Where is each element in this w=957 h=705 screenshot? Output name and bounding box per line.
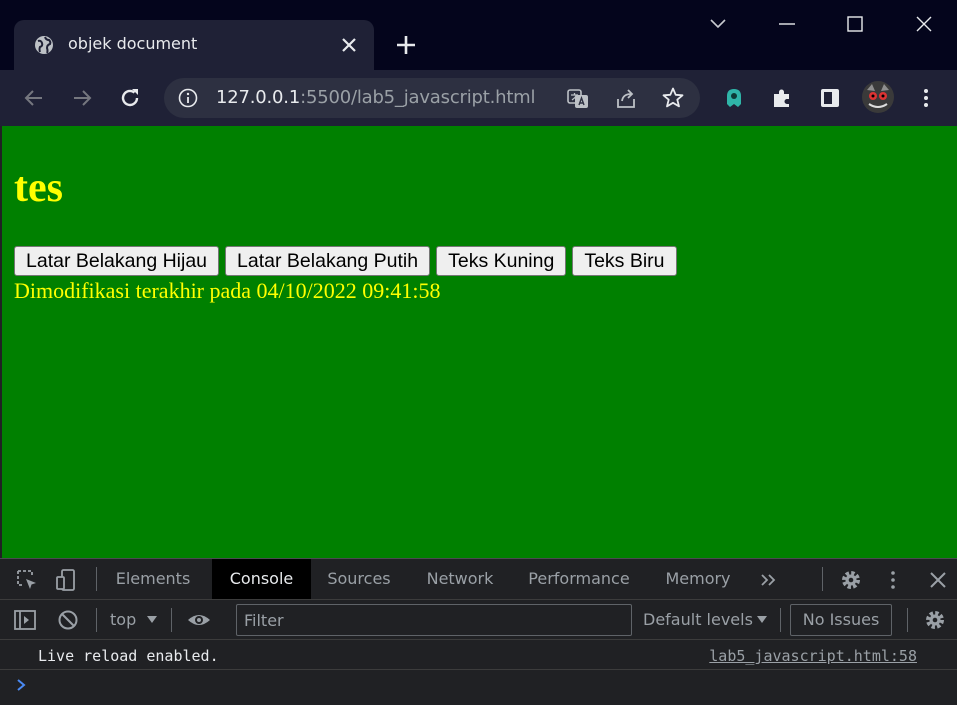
- back-arrow-icon[interactable]: [22, 86, 46, 110]
- share-icon[interactable]: [614, 87, 638, 111]
- tab-search-chevron-icon[interactable]: [706, 12, 730, 36]
- settings-gear-icon[interactable]: [839, 568, 863, 592]
- toolbar-divider: [907, 608, 908, 632]
- green-background-button[interactable]: Latar Belakang Hijau: [14, 246, 220, 276]
- devtools-panel: Elements Console Sources Network Perform…: [0, 558, 957, 705]
- levels-dropdown-icon[interactable]: [756, 613, 768, 625]
- console-prompt-chevron-icon[interactable]: [14, 678, 28, 692]
- side-panel-icon[interactable]: [818, 86, 842, 110]
- minimize-icon[interactable]: [775, 12, 799, 36]
- reload-icon[interactable]: [118, 86, 142, 110]
- tab-memory[interactable]: Memory: [654, 559, 742, 599]
- tab-network[interactable]: Network: [414, 559, 506, 599]
- context-selector[interactable]: top: [110, 610, 136, 629]
- button-row: Latar Belakang Hijau Latar Belakang Puti…: [14, 246, 677, 276]
- tab-sources[interactable]: Sources: [316, 559, 402, 599]
- browser-tab-active[interactable]: objek document: [14, 20, 374, 70]
- live-expression-eye-icon[interactable]: [187, 608, 211, 632]
- tab-console[interactable]: Console: [212, 559, 311, 599]
- toolbar-divider: [96, 608, 97, 632]
- site-info-icon[interactable]: [178, 88, 198, 108]
- page-viewport: tes Latar Belakang Hijau Latar Belakang …: [2, 126, 957, 558]
- maximize-icon[interactable]: [843, 12, 867, 36]
- more-tabs-chevron-icon[interactable]: [757, 568, 781, 592]
- toolbar-divider: [780, 608, 781, 632]
- devtools-menu-icon[interactable]: [881, 568, 905, 592]
- page-heading: tes: [14, 165, 63, 211]
- close-window-icon[interactable]: [912, 12, 936, 36]
- forward-arrow-icon[interactable]: [70, 86, 94, 110]
- sidebar-toggle-icon[interactable]: [13, 608, 37, 632]
- tab-title: objek document: [68, 34, 198, 53]
- close-devtools-icon[interactable]: [926, 568, 950, 592]
- tab-performance[interactable]: Performance: [518, 559, 640, 599]
- console-filter-input[interactable]: [236, 604, 632, 636]
- address-bar[interactable]: 127.0.0.1:5500/lab5_javascript.html: [164, 78, 700, 118]
- toolbar-divider: [171, 608, 172, 632]
- translate-icon[interactable]: [566, 87, 590, 111]
- browser-titlebar: objek document: [0, 0, 957, 70]
- profile-avatar[interactable]: [861, 80, 895, 114]
- new-tab-plus-icon[interactable]: [394, 33, 418, 57]
- console-message-source-link[interactable]: lab5_javascript.html:58: [709, 647, 917, 665]
- clear-console-icon[interactable]: [56, 608, 80, 632]
- extension-monster-icon[interactable]: [722, 86, 746, 110]
- kebab-menu-icon[interactable]: [914, 86, 938, 110]
- yellow-text-button[interactable]: Teks Kuning: [436, 246, 567, 276]
- issues-button[interactable]: No Issues: [790, 604, 892, 636]
- extensions-puzzle-icon[interactable]: [770, 86, 794, 110]
- browser-toolbar: 127.0.0.1:5500/lab5_javascript.html: [0, 70, 957, 126]
- close-tab-icon[interactable]: [340, 36, 358, 54]
- devtools-tabbar: Elements Console Sources Network Perform…: [0, 559, 957, 600]
- console-filter-bar: top Default levels No Issues: [0, 600, 957, 640]
- toolbar-divider: [822, 567, 823, 591]
- log-levels-selector[interactable]: Default levels: [643, 610, 753, 629]
- bookmark-star-icon[interactable]: [661, 86, 685, 110]
- globe-icon: [35, 36, 53, 54]
- url-text[interactable]: 127.0.0.1:5500/lab5_javascript.html: [216, 87, 536, 108]
- console-settings-gear-icon[interactable]: [923, 608, 947, 632]
- url-host: 127.0.0.1: [216, 87, 301, 108]
- url-path: :5500/lab5_javascript.html: [300, 87, 536, 108]
- console-message-text: Live reload enabled.: [38, 647, 219, 665]
- last-modified-text: Dimodifikasi terakhir pada 04/10/2022 09…: [14, 278, 441, 303]
- tab-elements[interactable]: Elements: [108, 559, 198, 599]
- console-message: Live reload enabled. lab5_javascript.htm…: [0, 640, 957, 670]
- toolbar-divider: [96, 567, 97, 591]
- inspect-element-icon[interactable]: [15, 568, 39, 592]
- blue-text-button[interactable]: Teks Biru: [572, 246, 677, 276]
- white-background-button[interactable]: Latar Belakang Putih: [225, 246, 431, 276]
- context-dropdown-icon[interactable]: [146, 613, 158, 625]
- device-toolbar-icon[interactable]: [54, 568, 78, 592]
